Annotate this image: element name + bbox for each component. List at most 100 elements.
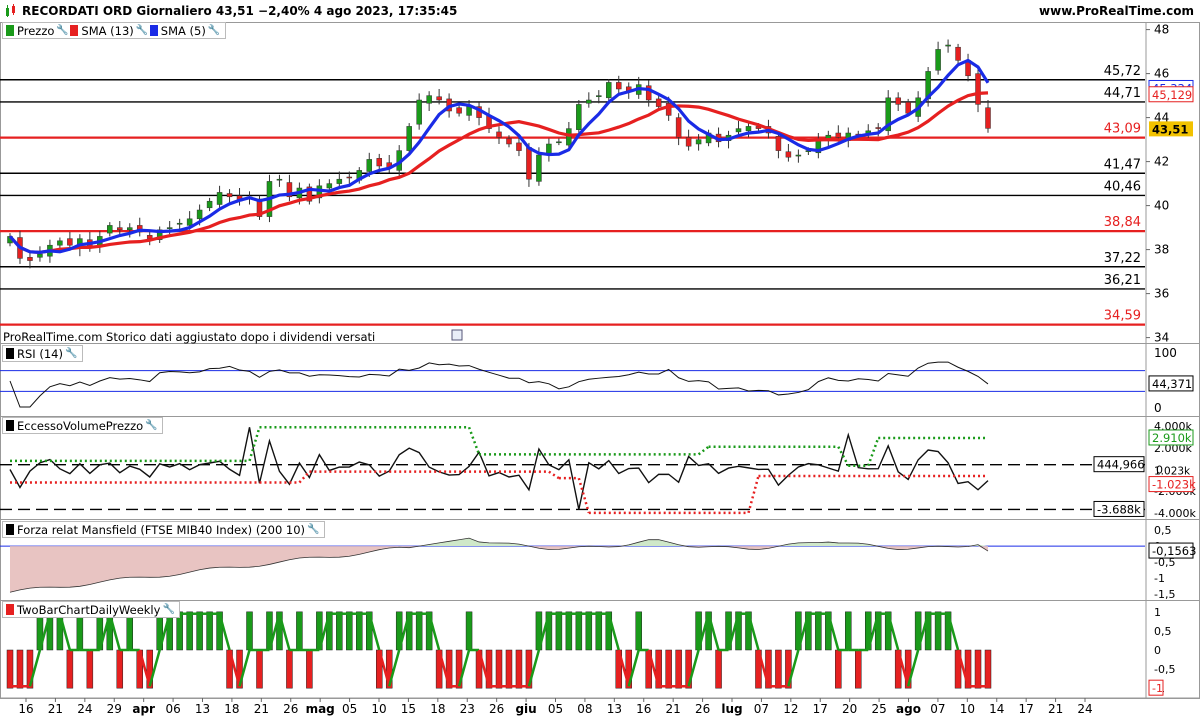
rsi-tick-label: 0: [1154, 401, 1162, 415]
twobar-bar: [206, 611, 213, 651]
wrench-icon[interactable]: 🔧: [56, 25, 68, 36]
twobar-bar: [934, 611, 942, 651]
twobar-bar: [495, 649, 503, 689]
legend-sma13: SMA (13): [81, 23, 134, 38]
level-label: 44,71: [1104, 86, 1141, 101]
candle-body: [945, 44, 951, 47]
panel-frame: [0, 343, 1200, 417]
level-label: 38,84: [1104, 215, 1141, 230]
level-label: 34,59: [1104, 309, 1141, 324]
price-tick-label: 48: [1154, 23, 1169, 37]
twobar-bar: [246, 611, 253, 651]
twobar-bar: [775, 649, 782, 689]
candle-body: [27, 257, 33, 261]
twobar-bar: [984, 649, 992, 689]
legend-mansfield: Forza relat Mansfield (FTSE MIB40 Index)…: [17, 522, 306, 537]
mansfield-positive-area: [10, 538, 988, 547]
twobar-bar: [855, 649, 862, 689]
rsi-value-tag: 44,371: [1152, 377, 1192, 391]
twobar-tick-label: 0,5: [1154, 625, 1172, 638]
price-tick-label: 34: [1154, 331, 1169, 345]
twobar-swatch: [6, 604, 14, 615]
evp-swatch: [6, 420, 14, 431]
evp-upper-tag: 2.910k: [1152, 431, 1192, 445]
price-legend[interactable]: Prezzo 🔧 SMA (13) 🔧 SMA (5) 🔧: [2, 22, 226, 39]
wrench-icon[interactable]: 🔧: [145, 420, 157, 431]
evp-upper-band: [867, 437, 880, 467]
candle-body: [795, 154, 802, 157]
twobar-legend[interactable]: TwoBarChartDailyWeekly 🔧: [2, 601, 181, 618]
wrench-icon[interactable]: 🔧: [162, 604, 174, 615]
x-tick-label: lug: [721, 702, 742, 716]
twobar-bar: [196, 611, 203, 651]
level-label: 41,47: [1104, 157, 1141, 172]
x-tick-label: 25: [871, 702, 886, 716]
candle-body: [406, 126, 412, 151]
twobar-bar: [66, 649, 74, 689]
wrench-icon[interactable]: 🔧: [136, 25, 148, 36]
candle-body: [176, 222, 183, 225]
mansfield-swatch: [6, 524, 14, 535]
price-tick-label: 36: [1154, 287, 1169, 301]
x-tick-label: 16: [18, 702, 33, 716]
candle-body: [276, 178, 283, 181]
x-tick-label: 07: [754, 702, 769, 716]
x-tick-label: 26: [695, 702, 710, 716]
candle-body: [556, 141, 562, 144]
candle-body: [655, 98, 662, 107]
rsi-swatch: [6, 348, 14, 359]
twobar-bar: [6, 649, 14, 689]
candle-body: [166, 227, 173, 229]
candle-body: [606, 82, 612, 99]
x-tick-label: 24: [1077, 702, 1092, 716]
rsi-legend[interactable]: RSI (14) 🔧: [2, 345, 83, 362]
twobar-bar: [555, 611, 563, 651]
level-label: 43,09: [1104, 122, 1141, 137]
candle-body: [426, 95, 432, 104]
candle-body: [955, 46, 961, 61]
evp-tick-label: -4.000k: [1154, 507, 1196, 520]
legend-price: Prezzo: [17, 23, 55, 38]
candle-body: [326, 183, 333, 189]
candle-body: [117, 227, 123, 231]
x-tick-label: apr: [132, 702, 155, 716]
twobar-bar: [415, 611, 423, 651]
candle-body: [586, 99, 592, 104]
twobar-bar: [296, 611, 303, 651]
candle-body: [685, 137, 692, 147]
title-bar: RECORDATI ORD Giornaliero 43,51 −2,40% 4…: [0, 0, 1200, 23]
evp-legend[interactable]: EccessoVolumePrezzo 🔧: [2, 417, 164, 434]
x-tick-label: 06: [165, 702, 180, 716]
candle-body: [186, 218, 193, 226]
level-label: 40,46: [1104, 179, 1141, 194]
mansfield-legend[interactable]: Forza relat Mansfield (FTSE MIB40 Index)…: [2, 521, 326, 538]
candle-body: [785, 151, 792, 158]
price-swatch: [6, 25, 14, 36]
evp-upper-band: [697, 445, 710, 456]
wrench-icon[interactable]: 🔧: [65, 348, 77, 359]
twobar-bar: [286, 649, 293, 689]
x-tick-label: 13: [195, 702, 210, 716]
level-label: 36,21: [1104, 273, 1141, 288]
wrench-icon[interactable]: 🔧: [307, 524, 319, 535]
x-tick-label: 26: [489, 702, 504, 716]
candle-body: [196, 209, 203, 220]
x-tick-label: 07: [930, 702, 945, 716]
candle-body: [516, 142, 522, 151]
x-tick-label: 18: [430, 702, 445, 716]
twobar-bar: [505, 649, 513, 689]
sma5-swatch: [149, 25, 158, 36]
twobar-tick-label: -0,5: [1154, 663, 1175, 676]
price-tick-label: 38: [1154, 243, 1169, 257]
sma5-line: [8, 58, 990, 254]
x-tick-label: 13: [607, 702, 622, 716]
candle-body: [67, 238, 73, 246]
x-tick-label: giu: [515, 702, 536, 716]
candle-body: [366, 159, 373, 172]
candle-body: [336, 178, 343, 184]
legend-rsi: RSI (14): [17, 346, 63, 361]
x-tick-label: 17: [1019, 702, 1034, 716]
evp-lower-band: [747, 475, 760, 514]
x-tick-label: 10: [371, 702, 386, 716]
wrench-icon[interactable]: 🔧: [208, 25, 220, 36]
